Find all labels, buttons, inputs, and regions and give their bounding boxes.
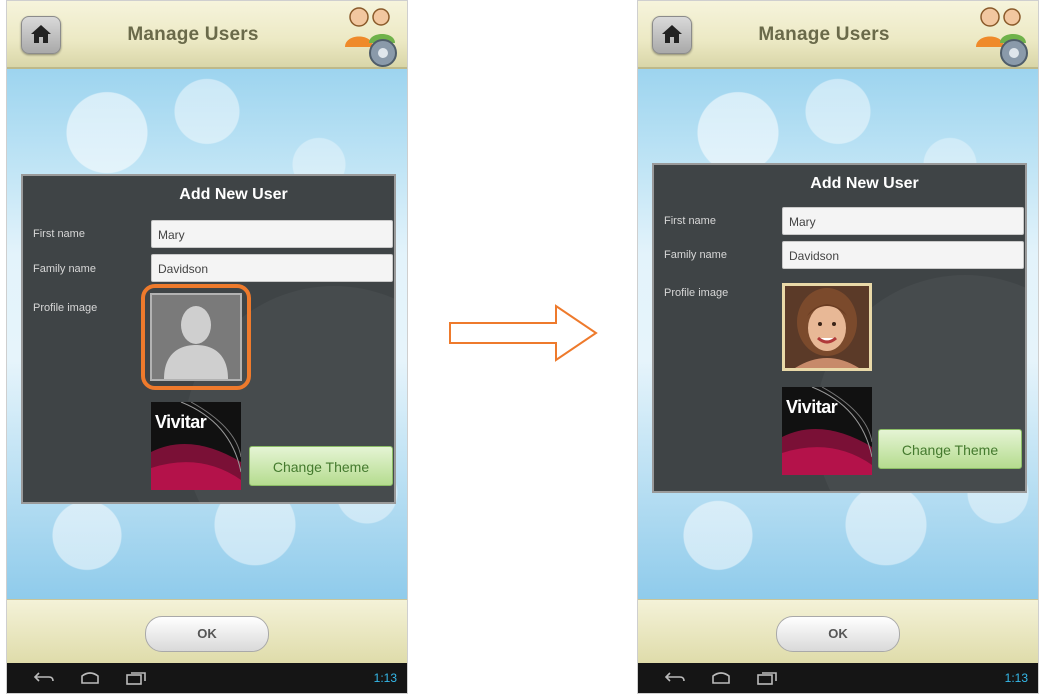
first-name-label: First name [664, 215, 716, 227]
family-name-label: Family name [664, 249, 727, 261]
profile-image-label: Profile image [33, 302, 98, 314]
family-name-field[interactable]: Davidson [782, 241, 1024, 269]
theme-brand-text: Vivitar [786, 397, 838, 417]
theme-thumbnail[interactable]: Vivitar [782, 387, 872, 475]
back-icon[interactable] [664, 671, 686, 685]
person-silhouette-icon [164, 306, 228, 379]
status-clock: 1:13 [1004, 671, 1028, 685]
profile-photo[interactable] [782, 283, 872, 371]
ok-button[interactable]: OK [776, 616, 900, 652]
content-area: Add New User First name Mary Family name… [7, 69, 407, 599]
app-header: Manage Users [638, 1, 1038, 69]
first-name-label: First name [33, 228, 85, 240]
dialog-title: Add New User [810, 175, 919, 192]
family-name-label: Family name [33, 263, 96, 275]
add-user-dialog: Add New User First name Mary Family name… [652, 163, 1027, 493]
recent-apps-icon[interactable] [125, 671, 147, 685]
system-nav-bar: 1:13 [7, 663, 407, 693]
home-nav-icon[interactable] [710, 671, 732, 685]
recent-apps-icon[interactable] [756, 671, 778, 685]
first-name-field[interactable]: Mary [151, 220, 393, 248]
users-settings-icon[interactable] [341, 3, 403, 69]
family-name-field[interactable]: Davidson [151, 254, 393, 282]
screen-before: Manage Users Add New User First name Mar… [6, 0, 408, 694]
app-header: Manage Users [7, 1, 407, 69]
screen-after: Manage Users Add New User First name Mar… [637, 0, 1039, 694]
change-theme-button[interactable]: Change Theme [249, 446, 393, 486]
profile-image-highlight[interactable] [141, 284, 251, 390]
ok-button[interactable]: OK [145, 616, 269, 652]
content-area: Add New User First name Mary Family name… [638, 69, 1038, 599]
home-nav-icon[interactable] [79, 671, 101, 685]
system-nav-bar: 1:13 [638, 663, 1038, 693]
users-settings-icon[interactable] [972, 3, 1034, 69]
profile-image-label: Profile image [664, 287, 729, 299]
dialog-title: Add New User [179, 186, 288, 203]
back-icon[interactable] [33, 671, 55, 685]
change-theme-button[interactable]: Change Theme [878, 429, 1022, 469]
theme-brand-text: Vivitar [155, 412, 207, 432]
profile-image-placeholder[interactable] [150, 293, 242, 381]
footer-bar: OK [638, 599, 1038, 666]
right-arrow-icon [449, 304, 598, 362]
theme-thumbnail[interactable]: Vivitar [151, 402, 241, 490]
status-clock: 1:13 [373, 671, 397, 685]
add-user-dialog: Add New User First name Mary Family name… [21, 174, 396, 504]
footer-bar: OK [7, 599, 407, 666]
first-name-field[interactable]: Mary [782, 207, 1024, 235]
